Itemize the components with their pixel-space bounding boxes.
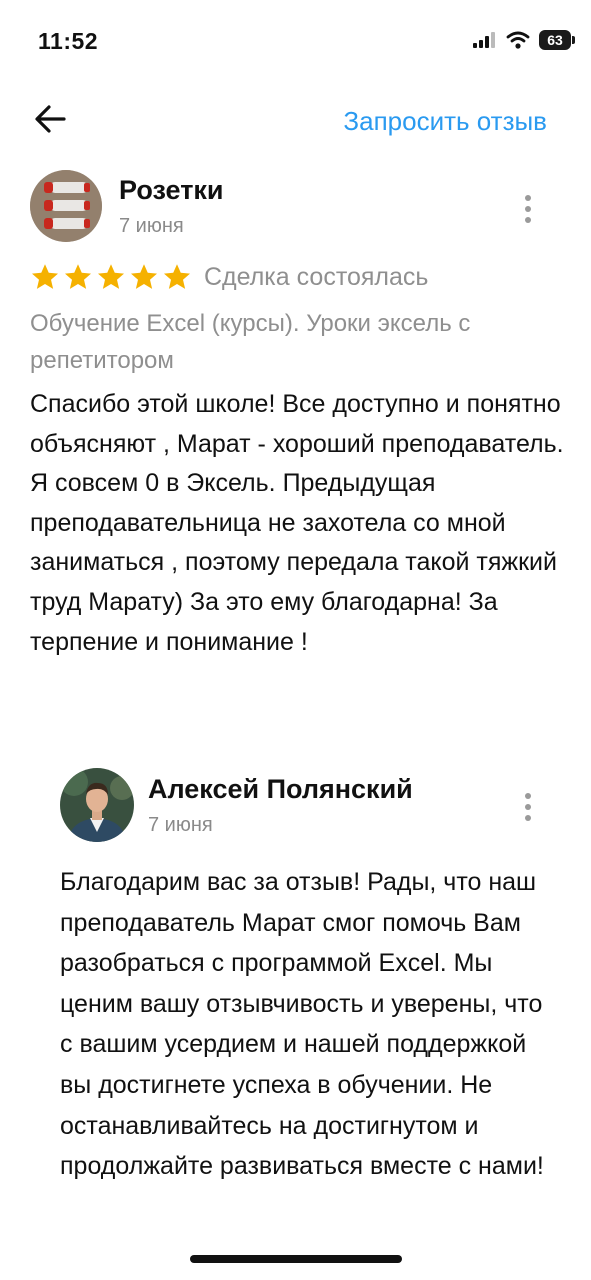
avatar — [30, 170, 102, 242]
more-vertical-icon — [525, 195, 531, 223]
back-button[interactable] — [30, 98, 72, 140]
request-review-button[interactable]: Запросить отзыв — [343, 106, 547, 137]
star-rating — [30, 262, 192, 292]
review-author[interactable]: Розетки — [119, 175, 224, 206]
signal-icon — [473, 32, 495, 48]
battery-level: 63 — [547, 32, 563, 48]
battery-icon: 63 — [539, 30, 575, 50]
reply-more-button[interactable] — [518, 790, 538, 824]
user-photo-icon — [60, 768, 134, 842]
home-indicator[interactable] — [190, 1255, 402, 1263]
arrow-left-icon — [35, 105, 66, 133]
review-text: Спасибо этой школе! Все доступно и понят… — [30, 390, 564, 656]
reply-text: Благодарим вас за отзыв! Рады, что наш п… — [60, 868, 544, 1181]
wifi-icon — [506, 31, 530, 49]
star-icon — [98, 264, 124, 289]
deal-status: Сделка состоялась — [204, 262, 429, 291]
status-time: 11:52 — [38, 28, 99, 54]
review-more-button[interactable] — [518, 192, 538, 226]
star-icon — [32, 264, 58, 289]
star-icon — [65, 264, 91, 289]
star-icon — [131, 264, 157, 289]
avatar — [60, 768, 134, 842]
product-photo-icon — [30, 170, 102, 242]
status-icons: 63 — [473, 30, 575, 50]
review-date: 7 июня — [119, 215, 184, 237]
reply-author[interactable]: Алексей Полянский — [148, 774, 413, 805]
product-title[interactable]: Обучение Excel (курсы). Уроки эксель с р… — [30, 305, 565, 379]
star-icon — [164, 264, 190, 289]
rating-row: Сделка состоялась — [30, 262, 428, 292]
reply-date: 7 июня — [148, 814, 213, 836]
more-vertical-icon — [525, 793, 531, 821]
